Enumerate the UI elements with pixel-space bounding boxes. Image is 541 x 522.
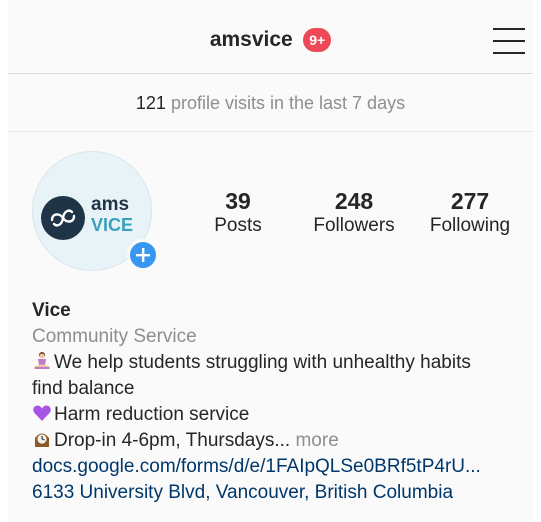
bio-more-link[interactable]: more (295, 430, 338, 451)
bio-address-link[interactable]: 6133 University Blvd, Vancouver, British… (32, 480, 532, 506)
plus-icon (136, 248, 150, 262)
avatar-logo-ams: ams (91, 194, 130, 215)
bio-line-1: We help students struggling with unhealt… (32, 350, 532, 376)
posts-label: Posts (214, 215, 262, 236)
bio-line-3: Harm reduction service (32, 402, 532, 428)
bio-line-1-text: We help students struggling with unhealt… (54, 352, 471, 373)
profile-screen: amsvice 9+ 121 profile visits in the las… (0, 0, 541, 522)
following-count: 277 (450, 188, 490, 214)
followers-count: 248 (334, 188, 374, 214)
bio-line-4: Drop-in 4-6pm, Thursdays... more (32, 428, 532, 454)
notification-badge[interactable]: 9+ (303, 28, 332, 52)
username-title[interactable]: amsvice (210, 28, 293, 51)
following-stat[interactable]: 277 Following (420, 188, 520, 238)
profile-visits-banner[interactable]: 121 profile visits in the last 7 days (8, 74, 533, 132)
followers-label: Followers (313, 215, 395, 236)
profile-bio: Vice Community Service We help students … (32, 298, 532, 506)
mantelpiece-clock-icon (35, 433, 49, 447)
infinity-logo-icon (41, 196, 85, 240)
profile-visits-text: profile visits in the last 7 days (170, 93, 406, 113)
profile-category: Community Service (32, 326, 197, 347)
bio-website-link[interactable]: docs.google.com/forms/d/e/1FAIpQLSe0BRf5… (32, 454, 532, 480)
followers-stat[interactable]: 248 Followers (306, 188, 402, 238)
username-switcher[interactable]: amsvice 9+ (8, 28, 533, 52)
avatar-logo-vice: VICE (91, 215, 134, 235)
posts-count: 39 (225, 188, 251, 214)
following-label: Following (429, 215, 511, 236)
bio-line-3-text: Harm reduction service (54, 404, 250, 425)
bio-line-2: find balance (32, 378, 135, 399)
meditation-emoji-icon (34, 352, 50, 369)
add-story-button[interactable] (127, 239, 159, 271)
hamburger-menu-icon[interactable] (493, 26, 525, 56)
profile-name: Vice (32, 300, 71, 321)
profile-visits-count: 121 (135, 93, 166, 113)
purple-heart-icon (33, 405, 51, 421)
top-bar: amsvice 9+ (8, 0, 533, 74)
bio-line-4-text: Drop-in 4-6pm, Thursdays... (54, 430, 291, 451)
profile-container: amsvice 9+ 121 profile visits in the las… (8, 0, 533, 522)
posts-stat[interactable]: 39 Posts (208, 188, 268, 238)
avatar[interactable]: ams VICE (32, 151, 160, 271)
